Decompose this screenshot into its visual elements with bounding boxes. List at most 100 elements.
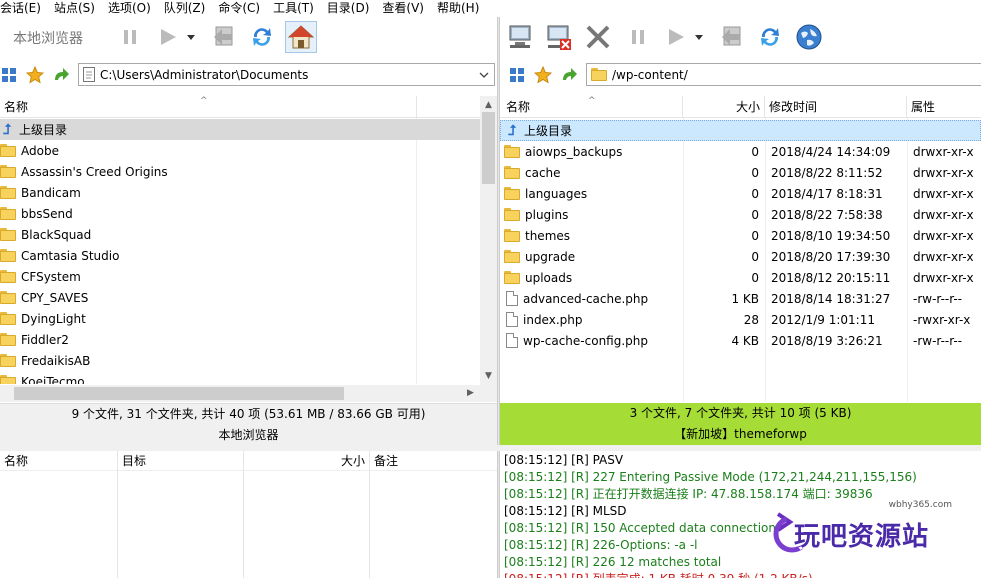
remote-list-item[interactable]: uploads 0 2018/8/12 20:15:11 drwxr-xr-x bbox=[500, 267, 981, 288]
remote-item-attrs: drwxr-xr-x bbox=[913, 165, 974, 180]
remote-col-name-label: 名称 bbox=[506, 100, 531, 114]
folder-icon bbox=[0, 249, 16, 262]
folder-icon bbox=[504, 271, 520, 284]
connect-button[interactable] bbox=[504, 21, 536, 53]
remote-status-site: 【新加坡】themeforwp bbox=[674, 427, 807, 441]
local-list-item[interactable]: Fiddler2 bbox=[0, 329, 480, 350]
local-list-item[interactable]: BlackSquad bbox=[0, 224, 480, 245]
home-icon bbox=[287, 25, 315, 49]
menu-command[interactable]: 命令(C) bbox=[218, 0, 267, 17]
remote-list-item[interactable]: aiowps_backups 0 2018/4/24 14:34:09 drwxr-x… bbox=[500, 141, 981, 162]
scroll-up-arrow-icon[interactable]: ▲ bbox=[480, 100, 497, 110]
queue-col-size[interactable]: 大小 bbox=[244, 451, 370, 471]
remote-file-list[interactable]: ⮥ 上级目录 aiowps_backups 0 2018/4/24 14:34:09 dr… bbox=[500, 118, 981, 402]
remote-path-input[interactable]: /wp-content/ bbox=[586, 63, 981, 86]
star-icon bbox=[534, 66, 552, 84]
local-path-input[interactable]: C:\Users\Administrator\Documents bbox=[78, 63, 495, 86]
remote-item-attrs: -rw-r--r-- bbox=[913, 333, 963, 348]
menu-options[interactable]: 选项(O) bbox=[108, 0, 158, 17]
remote-item-attrs: drwxr-xr-x bbox=[913, 144, 974, 159]
local-tree-button[interactable] bbox=[0, 66, 18, 84]
menu-queue[interactable]: 队列(Z) bbox=[164, 0, 213, 17]
remote-list-item[interactable]: advanced-cache.php 1 KB 2018/8/14 18:31:27… bbox=[500, 288, 981, 309]
menu-view[interactable]: 查看(V) bbox=[382, 0, 431, 17]
remote-item-size: 4 KB bbox=[731, 333, 759, 348]
local-list-item[interactable]: KoeiTecmo bbox=[0, 371, 480, 384]
remote-col-attrs[interactable]: 属性 bbox=[907, 96, 981, 118]
remote-tree-button[interactable] bbox=[508, 66, 526, 84]
local-col-name-label: 名称 bbox=[4, 100, 29, 114]
remote-list-item[interactable]: wp-cache-config.php 4 KB 2018/8/19 3:26:21… bbox=[500, 330, 981, 351]
local-vscroll-thumb[interactable] bbox=[482, 112, 495, 184]
local-hscroll-thumb[interactable] bbox=[14, 387, 344, 400]
remote-item-name: languages bbox=[525, 186, 588, 201]
play-button[interactable] bbox=[152, 21, 184, 53]
queue-col-note[interactable]: 备注 bbox=[370, 451, 497, 471]
menu-help[interactable]: 帮助(H) bbox=[437, 0, 486, 17]
remote-list-item[interactable]: upgrade 0 2018/8/20 17:39:30 drwxr-xr-x bbox=[500, 246, 981, 267]
globe-button[interactable] bbox=[793, 21, 825, 53]
local-col-name[interactable]: 名称 ^ bbox=[0, 96, 417, 118]
menu-directory[interactable]: 目录(D) bbox=[327, 0, 377, 17]
remote-list-item[interactable]: index.php 28 2012/1/9 1:01:11 -rwxr-xr-x bbox=[500, 309, 981, 330]
remote-up-button[interactable] bbox=[560, 66, 578, 84]
local-list-item[interactable]: ⮥ 上级目录 bbox=[0, 119, 480, 140]
local-up-button[interactable] bbox=[52, 66, 70, 84]
remote-pause-button[interactable] bbox=[622, 21, 654, 53]
stop-button[interactable] bbox=[582, 21, 614, 53]
remote-item-attrs: drwxr-xr-x bbox=[913, 249, 974, 264]
remote-list-item[interactable]: themes 0 2018/8/10 19:34:50 drwxr-xr-x bbox=[500, 225, 981, 246]
remote-col-name[interactable]: 名称 ^ bbox=[500, 96, 683, 118]
local-list-item[interactable]: Bandicam bbox=[0, 182, 480, 203]
local-list-item[interactable]: CFSystem bbox=[0, 266, 480, 287]
remote-col-modified[interactable]: 修改时间 bbox=[765, 96, 907, 118]
menu-session[interactable]: 会话(E) bbox=[0, 0, 48, 17]
local-vertical-scrollbar[interactable]: ▲ ▼ bbox=[480, 96, 497, 385]
local-list-item[interactable]: DyingLight bbox=[0, 308, 480, 329]
document-icon bbox=[83, 67, 95, 82]
pause-button[interactable] bbox=[114, 21, 146, 53]
remote-refresh-button[interactable] bbox=[754, 21, 786, 53]
local-favorites-button[interactable] bbox=[26, 66, 44, 84]
remote-list-item[interactable]: plugins 0 2018/8/22 7:58:38 drwxr-xr-x bbox=[500, 204, 981, 225]
refresh-button[interactable] bbox=[246, 21, 278, 53]
queue-col-target[interactable]: 目标 bbox=[118, 451, 244, 471]
local-list-item[interactable]: Camtasia Studio bbox=[0, 245, 480, 266]
local-toolbar: 本地浏览器 bbox=[0, 17, 497, 57]
remote-item-name: themes bbox=[525, 228, 571, 243]
remote-item-modified: 2012/1/9 1:01:11 bbox=[771, 312, 875, 327]
remote-list-item[interactable]: ⮥ 上级目录 bbox=[500, 120, 981, 141]
local-list-item[interactable]: Adobe bbox=[0, 140, 480, 161]
menu-site[interactable]: 站点(S) bbox=[54, 0, 102, 17]
local-horizontal-scrollbar[interactable]: ▶ bbox=[0, 385, 480, 402]
local-list-item[interactable]: bbsSend bbox=[0, 203, 480, 224]
remote-item-modified: 2018/8/22 7:58:38 bbox=[771, 207, 883, 222]
local-list-item[interactable]: CPY_SAVES bbox=[0, 287, 480, 308]
remote-list-item[interactable]: cache 0 2018/8/22 8:11:52 drwxr-xr-x bbox=[500, 162, 981, 183]
scroll-right-arrow-icon[interactable]: ▶ bbox=[462, 388, 479, 398]
scroll-down-arrow-icon[interactable]: ▼ bbox=[480, 371, 497, 381]
local-file-list[interactable]: ⮥ 上级目录 Adobe Assassin's Creed Origins Bandic… bbox=[0, 118, 480, 384]
local-item-name: BlackSquad bbox=[21, 227, 92, 242]
local-list-item[interactable]: Assassin's Creed Origins bbox=[0, 161, 480, 182]
folder-icon bbox=[0, 354, 16, 367]
queue-list[interactable] bbox=[0, 471, 497, 578]
remote-item-size: 0 bbox=[751, 144, 759, 159]
refresh-icon bbox=[253, 28, 271, 46]
remote-list-item[interactable]: languages 0 2018/4/17 8:18:31 drwxr-xr-x bbox=[500, 183, 981, 204]
play-dropdown-button[interactable] bbox=[184, 21, 198, 53]
disconnect-button[interactable] bbox=[542, 21, 574, 53]
remote-play-dropdown-button[interactable] bbox=[692, 21, 706, 53]
home-button[interactable] bbox=[285, 21, 317, 53]
menu-tools[interactable]: 工具(T) bbox=[273, 0, 321, 17]
remote-transfer-button[interactable] bbox=[716, 21, 748, 53]
remote-play-button[interactable] bbox=[660, 21, 692, 53]
remote-item-size: 0 bbox=[751, 270, 759, 285]
remote-col-size[interactable]: 大小 bbox=[683, 96, 765, 118]
local-list-item[interactable]: FredaikisAB bbox=[0, 350, 480, 371]
queue-col-name[interactable]: 名称 bbox=[0, 451, 118, 471]
tree-view-icon bbox=[510, 68, 524, 82]
transfer-button[interactable] bbox=[208, 21, 240, 53]
remote-favorites-button[interactable] bbox=[534, 66, 552, 84]
local-status-bar: 9 个文件, 31 个文件夹, 共计 40 项 (53.61 MB / 83.6… bbox=[0, 403, 497, 445]
